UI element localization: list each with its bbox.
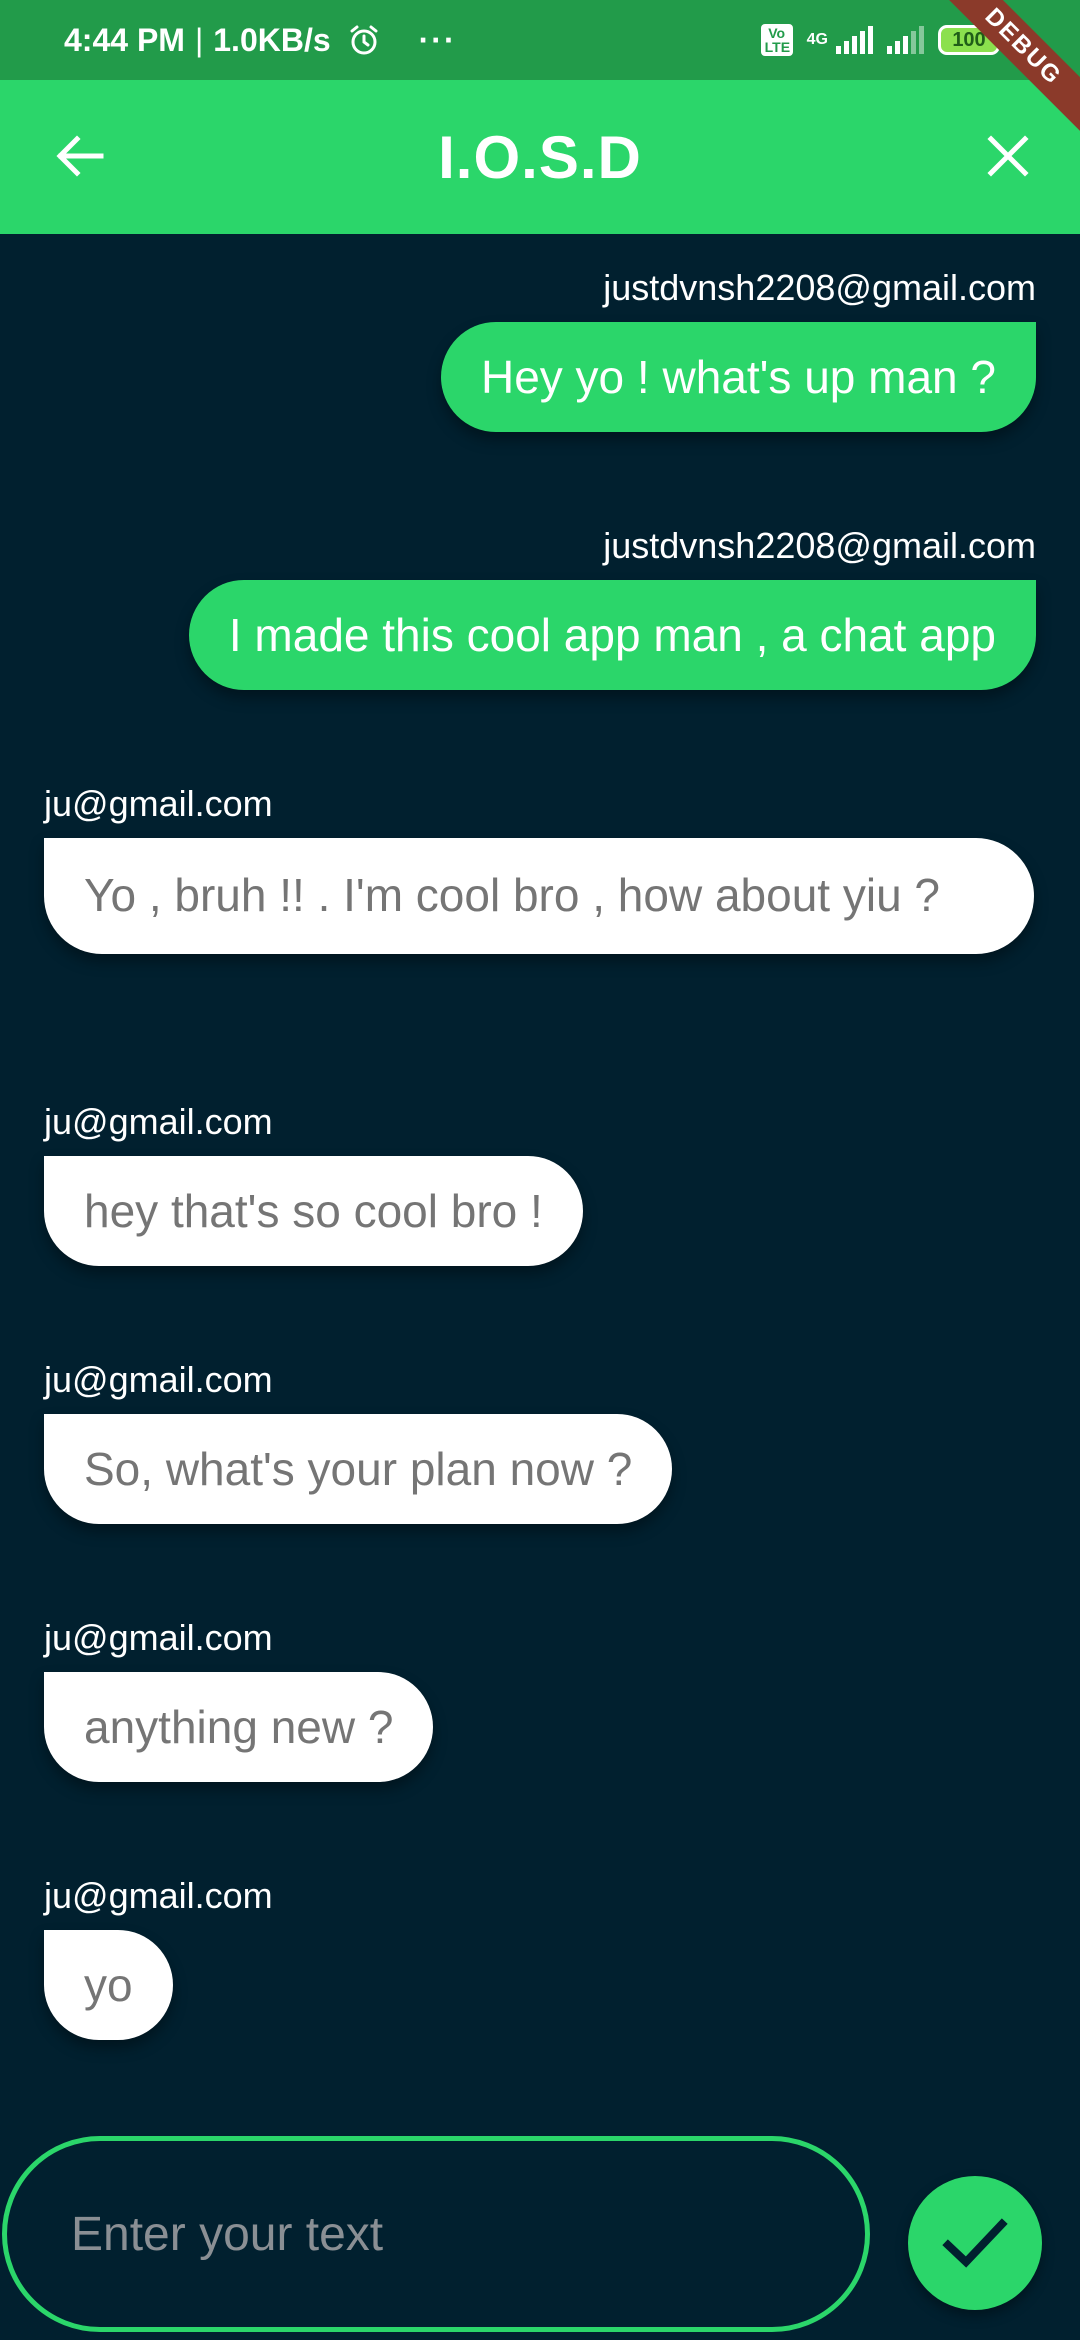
message-sender: justdvnsh2208@gmail.com: [603, 525, 1036, 566]
signal-strength-secondary-icon: [887, 26, 924, 54]
message-sender: ju@gmail.com: [44, 1875, 273, 1916]
message-bubble[interactable]: yo: [44, 1930, 173, 2040]
message-item: ju@gmail.com Yo , bruh !! . I'm cool bro…: [44, 782, 1036, 954]
message-bubble[interactable]: So, what's your plan now ?: [44, 1414, 673, 1524]
signal-strength-icon: [836, 26, 873, 54]
back-button[interactable]: [48, 120, 112, 192]
message-sender: ju@gmail.com: [44, 783, 273, 824]
message-bubble[interactable]: Hey yo ! what's up man ?: [440, 322, 1036, 432]
message-sender: ju@gmail.com: [44, 1359, 273, 1400]
message-item: justdvnsh2208@gmail.com Hey yo ! what's …: [44, 266, 1036, 432]
message-bubble[interactable]: I made this cool app man , a chat app: [188, 580, 1036, 690]
check-icon: [942, 2218, 1008, 2268]
page-title: I.O.S.D: [438, 123, 642, 191]
network-speed: 1.0KB/s: [213, 21, 331, 58]
message-bubble[interactable]: Yo , bruh !! . I'm cool bro , how about …: [44, 838, 1034, 954]
status-time: 4:44 PM: [64, 21, 185, 58]
message-item: justdvnsh2208@gmail.com I made this cool…: [44, 524, 1036, 690]
network-type: 4G: [806, 31, 828, 48]
message-sender: justdvnsh2208@gmail.com: [603, 267, 1036, 308]
message-bubble[interactable]: anything new ?: [44, 1672, 434, 1782]
status-separator: |: [194, 21, 204, 58]
status-left: 4:44 PM | 1.0KB/s ···: [64, 0, 457, 80]
message-item: ju@gmail.com anything new ?: [44, 1616, 1036, 1782]
more-notifications-icon: ···: [418, 21, 457, 58]
volte-icon: Vo LTE: [760, 24, 793, 56]
status-bar: 4:44 PM | 1.0KB/s ··· Vo LTE 4G 100 DEBU…: [0, 0, 1080, 142]
message-sender: ju@gmail.com: [44, 1101, 273, 1142]
alarm-clock-icon: [347, 23, 381, 57]
message-input[interactable]: [2, 2136, 870, 2332]
message-item: ju@gmail.com hey that's so cool bro !: [44, 1100, 1036, 1266]
message-composer: [0, 2136, 1080, 2340]
message-list[interactable]: justdvnsh2208@gmail.com Hey yo ! what's …: [0, 234, 1080, 2124]
close-icon: [987, 135, 1029, 177]
app-bar: I.O.S.D: [0, 80, 1080, 234]
close-button[interactable]: [972, 120, 1044, 192]
chat-screen: 4:44 PM | 1.0KB/s ··· Vo LTE 4G 100 DEBU…: [0, 0, 1080, 2340]
arrow-back-icon: [56, 135, 104, 177]
message-item: ju@gmail.com So, what's your plan now ?: [44, 1358, 1036, 1524]
message-item: ju@gmail.com yo: [44, 1874, 1036, 2040]
send-button[interactable]: [908, 2176, 1042, 2310]
message-sender: ju@gmail.com: [44, 1617, 273, 1658]
message-bubble[interactable]: hey that's so cool bro !: [44, 1156, 583, 1266]
